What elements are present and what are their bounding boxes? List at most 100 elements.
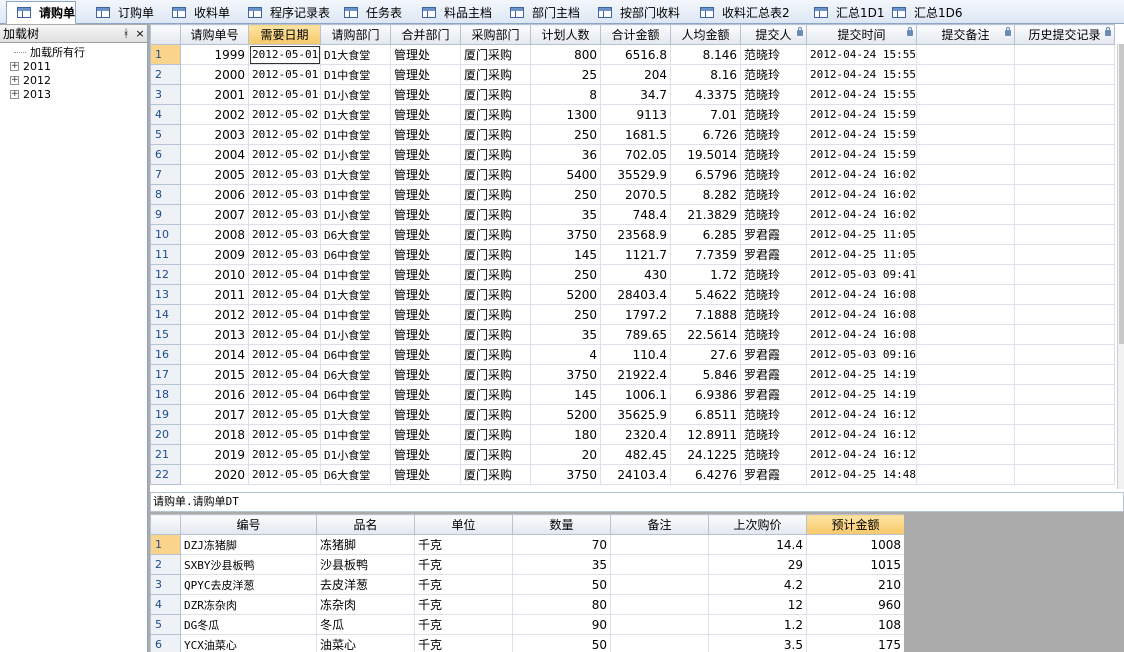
table-cell[interactable]: 2018 xyxy=(180,424,249,445)
table-cell[interactable]: 范晓玲 xyxy=(740,444,807,465)
table-cell[interactable]: 7.7359 xyxy=(670,244,741,265)
table-cell[interactable]: 千克 xyxy=(414,594,513,615)
table-cell[interactable]: 2012-05-03 xyxy=(248,204,321,225)
table-cell[interactable] xyxy=(1014,364,1115,385)
table-cell[interactable]: 2012-04-24 15:55 xyxy=(806,64,917,85)
row-number[interactable]: 4 xyxy=(150,594,181,615)
table-cell[interactable] xyxy=(1014,444,1115,465)
table-cell[interactable]: 2012-04-24 16:08 xyxy=(806,284,917,305)
table-cell[interactable]: 厦门采购 xyxy=(460,284,531,305)
table-cell[interactable]: D1中食堂 xyxy=(320,184,391,205)
table-row[interactable]: 3 QPYC去皮洋葱 去皮洋葱 千克 50 4.2 210 xyxy=(150,574,904,595)
row-number[interactable]: 2 xyxy=(150,64,181,85)
table-cell[interactable] xyxy=(1014,404,1115,425)
table-cell[interactable]: 1.2 xyxy=(708,614,807,635)
row-number[interactable]: 6 xyxy=(150,634,181,652)
table-cell[interactable]: 范晓玲 xyxy=(740,124,807,145)
table-cell[interactable]: 2012-05-04 xyxy=(248,364,321,385)
table-cell[interactable]: 2013 xyxy=(180,324,249,345)
table-cell[interactable]: 5200 xyxy=(530,284,601,305)
table-cell[interactable]: 厦门采购 xyxy=(460,444,531,465)
table-cell[interactable]: 管理处 xyxy=(390,164,461,185)
row-number[interactable]: 6 xyxy=(150,144,181,165)
table-cell[interactable] xyxy=(916,164,1015,185)
column-header[interactable]: 编号 xyxy=(180,514,317,535)
table-cell[interactable]: D1小食堂 xyxy=(320,204,391,225)
table-cell[interactable] xyxy=(916,364,1015,385)
table-cell[interactable]: 厦门采购 xyxy=(460,344,531,365)
row-number[interactable]: 1 xyxy=(150,44,181,65)
table-cell[interactable]: 油菜心 xyxy=(316,634,415,652)
table-cell[interactable]: 管理处 xyxy=(390,444,461,465)
table-cell[interactable]: 2012-05-03 xyxy=(248,184,321,205)
table-cell[interactable]: 厦门采购 xyxy=(460,404,531,425)
table-cell[interactable]: 范晓玲 xyxy=(740,264,807,285)
table-cell[interactable]: 108 xyxy=(806,614,904,635)
table-cell[interactable]: DZR冻杂肉 xyxy=(180,594,317,615)
table-cell[interactable]: D1小食堂 xyxy=(320,444,391,465)
table-cell[interactable]: 厦门采购 xyxy=(460,164,531,185)
row-number[interactable]: 2 xyxy=(150,554,181,575)
column-header[interactable]: 请购部门 xyxy=(320,24,391,45)
tab-9[interactable]: 汇总1D1 xyxy=(804,1,885,23)
table-cell[interactable]: 2012-04-24 15:59 xyxy=(806,124,917,145)
table-cell[interactable]: 管理处 xyxy=(390,184,461,205)
row-number[interactable]: 13 xyxy=(150,284,181,305)
table-row[interactable]: 3 2001 2012-05-01 D1小食堂 管理处 厦门采购 8 34.7 4.3375 范晓… xyxy=(150,84,1115,105)
table-cell[interactable]: 2070.5 xyxy=(600,184,671,205)
table-cell[interactable]: 范晓玲 xyxy=(740,284,807,305)
table-cell[interactable]: 沙县板鸭 xyxy=(316,554,415,575)
column-header[interactable]: 提交时间 xyxy=(806,24,917,45)
table-cell[interactable]: 罗君霞 xyxy=(740,244,807,265)
tree-node[interactable]: 加载所有行 xyxy=(0,45,147,59)
table-cell[interactable]: 1008 xyxy=(806,534,904,555)
row-number[interactable]: 18 xyxy=(150,384,181,405)
table-cell[interactable] xyxy=(1014,184,1115,205)
table-cell[interactable]: 4.2 xyxy=(708,574,807,595)
table-cell[interactable]: 范晓玲 xyxy=(740,44,807,65)
table-cell[interactable]: SXBY沙县板鸭 xyxy=(180,554,317,575)
table-cell[interactable]: 厦门采购 xyxy=(460,64,531,85)
column-header[interactable]: 合计金额 xyxy=(600,24,671,45)
table-cell[interactable]: 厦门采购 xyxy=(460,84,531,105)
table-cell[interactable]: 702.05 xyxy=(600,144,671,165)
column-header[interactable]: 提交备注 xyxy=(916,24,1015,45)
table-cell[interactable]: 24103.4 xyxy=(600,464,671,485)
table-cell[interactable]: 145 xyxy=(530,244,601,265)
tab-3[interactable]: 程序记录表 xyxy=(238,1,330,23)
table-cell[interactable]: 24.1225 xyxy=(670,444,741,465)
table-cell[interactable] xyxy=(1014,344,1115,365)
table-cell[interactable]: 4 xyxy=(530,344,601,365)
expand-icon[interactable]: + xyxy=(10,75,19,85)
table-cell[interactable]: 厦门采购 xyxy=(460,384,531,405)
table-row[interactable]: 22 2020 2012-05-05 D6大食堂 管理处 厦门采购 3750 24103.4 6… xyxy=(150,464,1115,485)
table-row[interactable]: 12 2010 2012-05-04 D1中食堂 管理处 厦门采购 250 430 1.72 范晓… xyxy=(150,264,1115,285)
table-cell[interactable]: 管理处 xyxy=(390,224,461,245)
table-cell[interactable]: D1中食堂 xyxy=(320,304,391,325)
table-cell[interactable]: D1小食堂 xyxy=(320,324,391,345)
table-cell[interactable]: 80 xyxy=(512,594,611,615)
table-cell[interactable]: 厦门采购 xyxy=(460,364,531,385)
column-header[interactable]: 采购部门 xyxy=(460,24,531,45)
grid-corner[interactable] xyxy=(150,514,181,535)
table-cell[interactable]: YCX油菜心 xyxy=(180,634,317,652)
table-row[interactable]: 17 2015 2012-05-04 D6大食堂 管理处 厦门采购 3750 21922.4 5… xyxy=(150,364,1115,385)
table-cell[interactable] xyxy=(1014,424,1115,445)
table-cell[interactable]: 90 xyxy=(512,614,611,635)
table-cell[interactable]: 2001 xyxy=(180,84,249,105)
table-cell[interactable]: 1015 xyxy=(806,554,904,575)
table-cell[interactable]: 21922.4 xyxy=(600,364,671,385)
table-cell[interactable]: 厦门采购 xyxy=(460,244,531,265)
table-cell[interactable]: 2012-04-24 16:08 xyxy=(806,324,917,345)
table-cell[interactable]: 1999 xyxy=(180,44,249,65)
table-cell[interactable]: 千克 xyxy=(414,554,513,575)
table-cell[interactable] xyxy=(916,424,1015,445)
table-cell[interactable]: 2012-05-05 xyxy=(248,444,321,465)
table-cell[interactable]: 2012-05-03 09:16 xyxy=(806,344,917,365)
table-cell[interactable]: 2012-05-03 xyxy=(248,244,321,265)
table-cell[interactable] xyxy=(1014,324,1115,345)
table-row[interactable]: 4 DZR冻杂肉 冻杂肉 千克 80 12 960 xyxy=(150,594,904,615)
table-cell[interactable]: 范晓玲 xyxy=(740,204,807,225)
table-cell[interactable]: 5.4622 xyxy=(670,284,741,305)
row-number[interactable]: 16 xyxy=(150,344,181,365)
